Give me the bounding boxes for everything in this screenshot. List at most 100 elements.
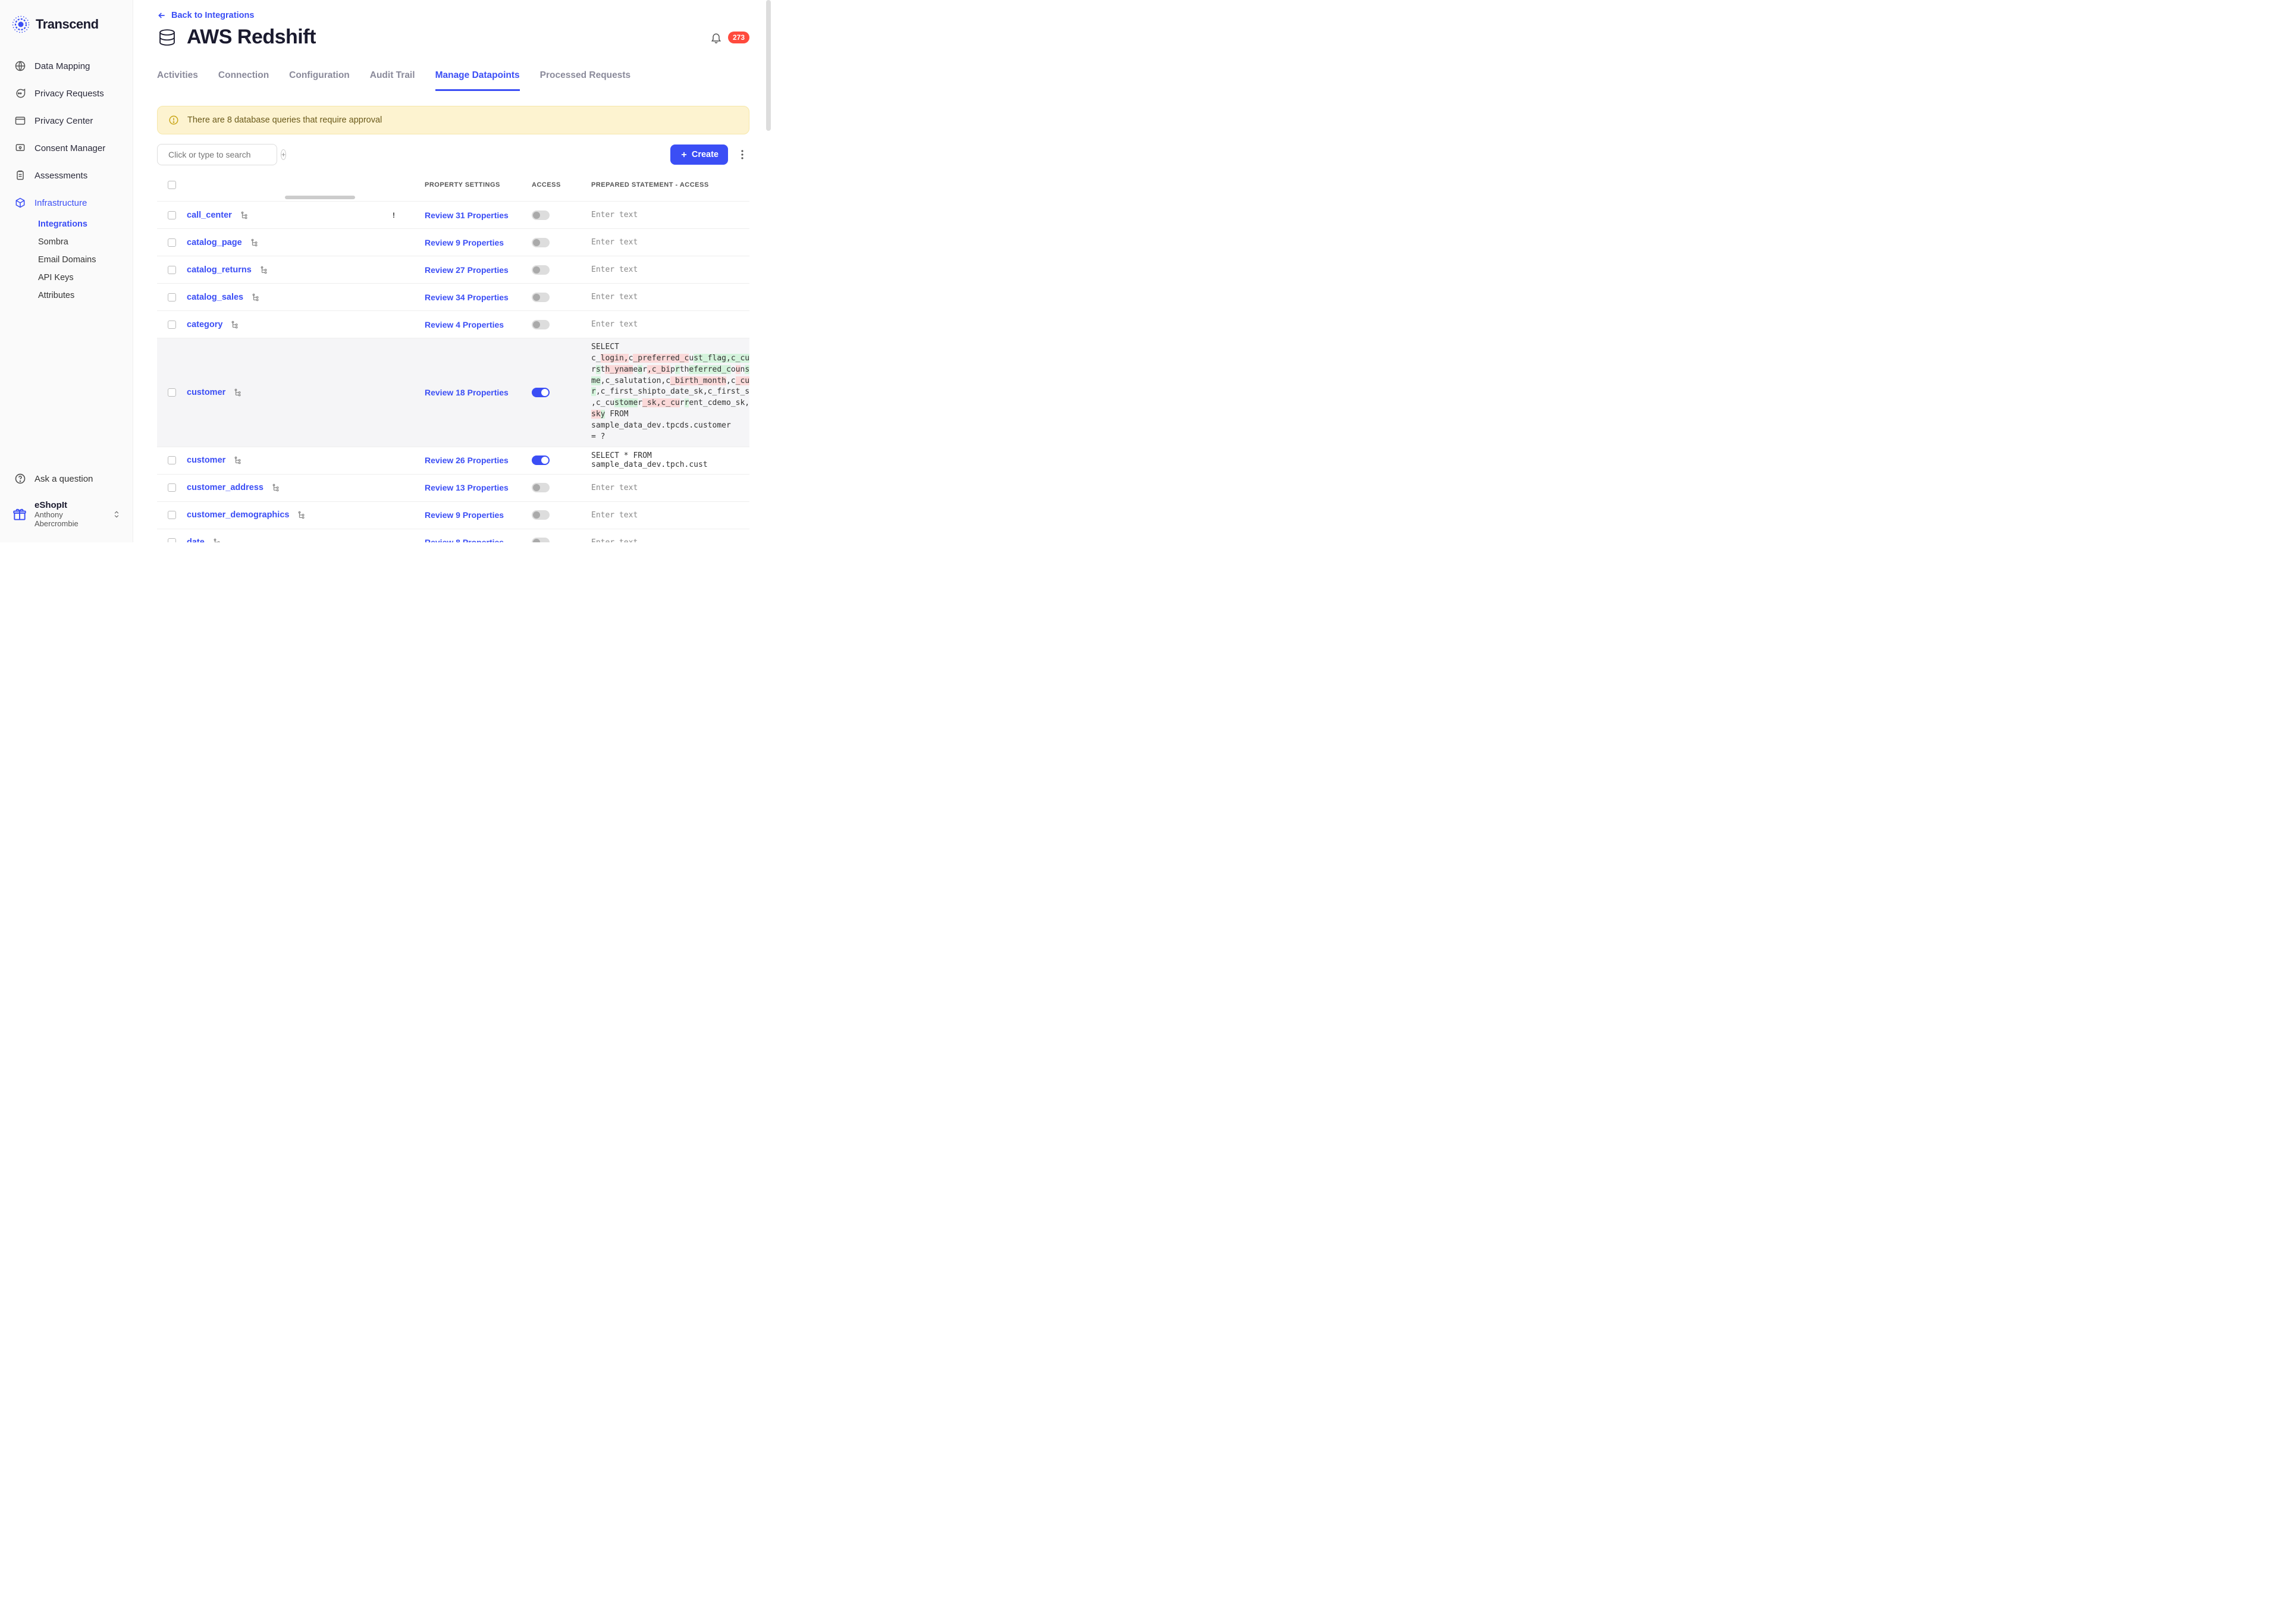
row-checkbox[interactable] (168, 238, 176, 247)
datapoint-name-link[interactable]: catalog_returns (187, 265, 252, 275)
sidebar-subitem-api-keys[interactable]: API Keys (32, 269, 128, 287)
ask-question-link[interactable]: Ask a question (12, 467, 121, 495)
prepared-statement-cell[interactable]: Enter text (585, 265, 749, 274)
search-input[interactable] (168, 150, 276, 159)
access-toggle[interactable] (532, 211, 550, 220)
table-row: customer_demographics Review 9 Properties… (157, 501, 749, 529)
col-prepared-statement: PREPARED STATEMENT - ACCESS (585, 181, 749, 189)
access-toggle[interactable] (532, 388, 550, 397)
review-properties-link[interactable]: Review 26 Properties (425, 456, 509, 465)
database-icon (157, 27, 177, 48)
review-properties-link[interactable]: Review 34 Properties (425, 293, 509, 302)
search-box[interactable]: + (157, 144, 277, 165)
sidebar-subitem-sombra[interactable]: Sombra (32, 233, 128, 251)
datapoints-table: PROPERTY SETTINGS ACCESS PREPARED STATEM… (157, 177, 749, 542)
row-checkbox[interactable] (168, 266, 176, 274)
datapoint-name-link[interactable]: customer_demographics (187, 510, 289, 520)
row-checkbox[interactable] (168, 388, 176, 397)
tab-connection[interactable]: Connection (218, 65, 269, 91)
prepared-statement-cell[interactable]: Enter text (585, 293, 749, 301)
datapoint-name-link[interactable]: catalog_sales (187, 293, 243, 302)
datapoint-name-link[interactable]: date (187, 538, 205, 542)
datapoint-name-link[interactable]: category (187, 320, 222, 329)
subdatapoints-icon (272, 483, 280, 492)
table-row: catalog_returns Review 27 Properties Enter… (157, 256, 749, 283)
datapoint-name-link[interactable]: customer (187, 456, 225, 465)
datapoint-name-link[interactable]: call_center (187, 211, 232, 220)
review-properties-link[interactable]: Review 9 Properties (425, 238, 504, 247)
back-link[interactable]: Back to Integrations (157, 11, 254, 20)
main-content: Back to Integrations AWS Redshift 273 Ac… (133, 0, 773, 542)
search-add-filter-icon[interactable]: + (281, 149, 286, 160)
access-toggle[interactable] (532, 510, 550, 520)
sidebar-item-label: Consent Manager (34, 143, 105, 153)
chat-icon (14, 87, 26, 99)
tab-activities[interactable]: Activities (157, 65, 198, 91)
sidebar-item-privacy-center[interactable]: Privacy Center (5, 108, 128, 133)
sidebar-subitem-email-domains[interactable]: Email Domains (32, 251, 128, 269)
row-checkbox[interactable] (168, 321, 176, 329)
tab-audit-trail[interactable]: Audit Trail (370, 65, 415, 91)
prepared-statement-cell[interactable]: Enter text (585, 211, 749, 219)
access-toggle[interactable] (532, 456, 550, 465)
access-toggle[interactable] (532, 538, 550, 542)
datapoint-name-link[interactable]: customer_address (187, 483, 263, 492)
alert-text: There are 8 database queries that requir… (187, 115, 382, 125)
warning-icon (168, 115, 179, 125)
tab-processed-requests[interactable]: Processed Requests (540, 65, 631, 91)
review-properties-link[interactable]: Review 8 Properties (425, 538, 504, 542)
review-properties-link[interactable]: Review 13 Properties (425, 483, 509, 492)
bell-icon[interactable] (710, 32, 722, 43)
access-toggle[interactable] (532, 265, 550, 275)
sidebar-item-label: Infrastructure (34, 198, 87, 208)
subdatapoints-icon (234, 388, 242, 397)
sidebar-item-data-mapping[interactable]: Data Mapping (5, 54, 128, 78)
table-row: customer_address Review 13 Properties Ente… (157, 474, 749, 501)
org-switcher[interactable]: eShopIt Anthony Abercrombie (12, 495, 121, 533)
select-all-checkbox[interactable] (168, 181, 176, 189)
prepared-statement-cell[interactable]: Enter text (585, 320, 749, 329)
review-properties-link[interactable]: Review 31 Properties (425, 211, 509, 220)
window-icon (14, 115, 26, 127)
row-checkbox[interactable] (168, 456, 176, 464)
row-checkbox[interactable] (168, 511, 176, 519)
row-checkbox[interactable] (168, 538, 176, 542)
sidebar-item-label: Data Mapping (34, 61, 90, 71)
access-toggle[interactable] (532, 293, 550, 302)
sidebar-item-assessments[interactable]: Assessments (5, 163, 128, 188)
review-properties-link[interactable]: Review 4 Properties (425, 320, 504, 329)
tab-manage-datapoints[interactable]: Manage Datapoints (435, 65, 520, 91)
prepared-statement-cell[interactable]: Enter text (585, 538, 749, 542)
access-toggle[interactable] (532, 320, 550, 329)
prepared-statement-cell[interactable]: SELECT * FROM sample_data_dev.tpch.cust (585, 451, 749, 469)
access-toggle[interactable] (532, 238, 550, 247)
tab-configuration[interactable]: Configuration (289, 65, 350, 91)
brand-logo[interactable]: Transcend (0, 15, 133, 51)
notification-count-badge[interactable]: 273 (728, 32, 749, 43)
prepared-statement-cell[interactable]: SELECT c_login,c_preferred_cust_flag,c_c… (585, 342, 749, 443)
sidebar-item-infrastructure[interactable]: Infrastructure (5, 190, 128, 215)
row-checkbox[interactable] (168, 483, 176, 492)
sidebar-item-consent-manager[interactable]: Consent Manager (5, 136, 128, 161)
row-checkbox[interactable] (168, 211, 176, 219)
datapoint-name-link[interactable]: customer (187, 388, 225, 397)
review-properties-link[interactable]: Review 9 Properties (425, 510, 504, 520)
prepared-statement-cell[interactable]: Enter text (585, 238, 749, 247)
sidebar-subitem-integrations[interactable]: Integrations (32, 215, 128, 233)
access-toggle[interactable] (532, 483, 550, 492)
sidebar-item-privacy-requests[interactable]: Privacy Requests (5, 81, 128, 106)
prepared-statement-cell[interactable]: Enter text (585, 483, 749, 492)
table-row: customer Review 26 Properties SELECT * FRO… (157, 447, 749, 474)
review-properties-link[interactable]: Review 27 Properties (425, 265, 509, 275)
more-actions-button[interactable] (735, 147, 749, 162)
prepared-statement-cell[interactable]: Enter text (585, 511, 749, 520)
review-properties-link[interactable]: Review 18 Properties (425, 388, 509, 397)
create-button[interactable]: Create (670, 145, 728, 165)
plus-icon (680, 150, 688, 159)
row-checkbox[interactable] (168, 293, 176, 301)
vertical-scrollbar[interactable] (766, 0, 772, 542)
sidebar-subitem-attributes[interactable]: Attributes (32, 287, 128, 304)
datapoint-name-link[interactable]: catalog_page (187, 238, 242, 247)
horizontal-scrollbar-top[interactable] (157, 195, 749, 200)
table-row: catalog_sales Review 34 Properties Enter t… (157, 283, 749, 310)
